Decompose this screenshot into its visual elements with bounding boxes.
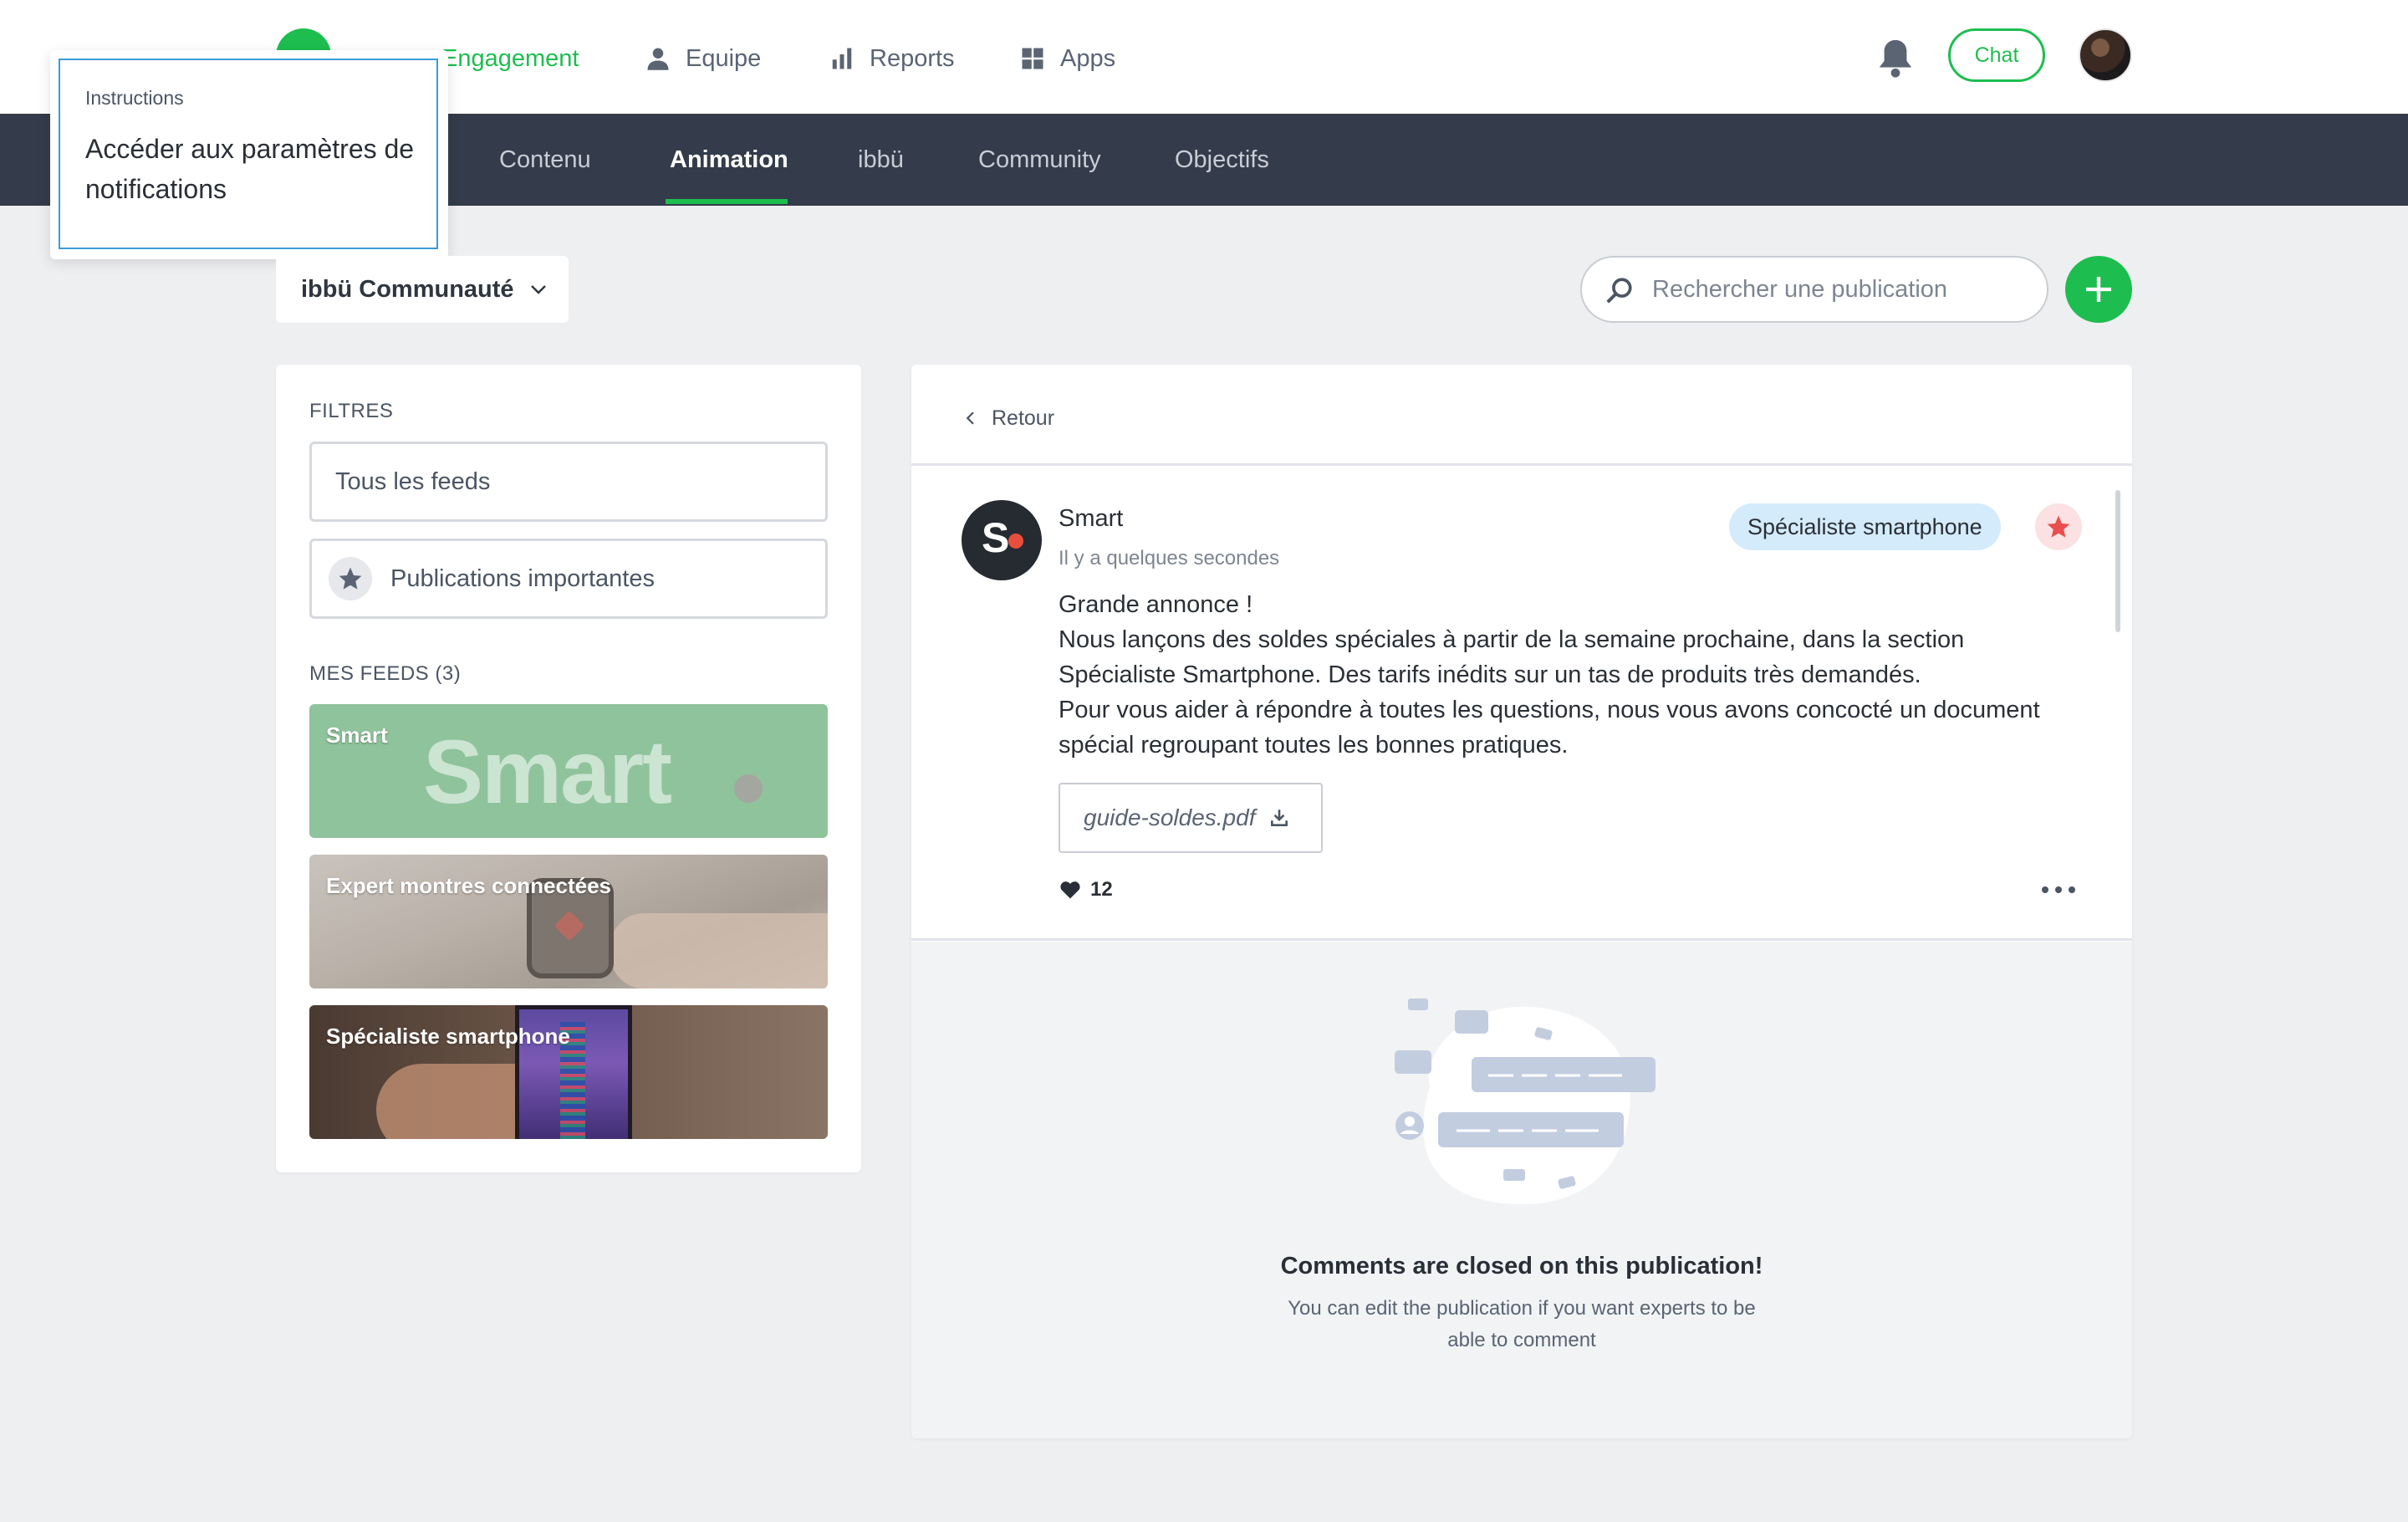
star-icon	[329, 557, 372, 600]
filters-title: FILTRES	[309, 400, 394, 422]
divider	[911, 463, 2132, 466]
post-line: Grande annonce !	[1059, 591, 1253, 618]
search-input[interactable]: Rechercher une publication	[1580, 256, 2048, 323]
community-select-value: ibbü Communauté	[301, 275, 514, 303]
chevron-down-icon	[531, 285, 546, 294]
feed-card-label: Expert montres connectées	[326, 873, 612, 898]
user-avatar[interactable]	[2079, 28, 2132, 82]
filters-panel: FILTRES Tous les feeds Publications impo…	[276, 365, 861, 1172]
nav-apps-label: Apps	[1060, 44, 1116, 72]
more-options-icon[interactable]	[2040, 883, 2077, 896]
bell-icon[interactable]	[1876, 37, 1915, 79]
filter-all-feeds-label: Tous les feeds	[335, 467, 491, 495]
person-icon	[647, 48, 669, 70]
author-avatar-letter: S	[982, 514, 1010, 561]
tab-ibbu[interactable]: ibbü	[858, 114, 904, 206]
tab-animation[interactable]: Animation	[670, 114, 788, 206]
instructions-text: Accéder aux paramètres de notifications	[85, 134, 415, 204]
chat-button[interactable]: Chat	[1948, 28, 2045, 82]
divider	[911, 938, 2132, 941]
post-timestamp: Il y a quelques secondes	[1059, 547, 1280, 569]
comments-closed-subtitle: You can edit the publication if you want…	[1288, 1297, 1756, 1351]
feed-tag[interactable]: Spécialiste smartphone	[1729, 503, 2001, 550]
author-avatar-dot	[1008, 534, 1023, 549]
search-placeholder: Rechercher une publication	[1652, 275, 1948, 303]
scrollbar[interactable]	[2115, 490, 2120, 632]
bar-chart-icon	[832, 48, 852, 69]
feed-card-smart[interactable]: Smart Smart	[309, 704, 828, 838]
heart-icon	[1060, 881, 1080, 899]
my-feeds-title: MES FEEDS (3)	[309, 662, 462, 685]
post-author[interactable]: Smart	[1059, 505, 1123, 533]
chevron-left-icon	[966, 411, 974, 425]
feed-card-specialiste-smartphone[interactable]: Spécialiste smartphone	[309, 1005, 828, 1139]
comments-closed-title: Comments are closed on this publication!	[1280, 1253, 1763, 1279]
community-select[interactable]: ibbü Communauté	[276, 256, 569, 323]
smart-logo-dot	[734, 774, 763, 803]
back-label: Retour	[992, 406, 1055, 430]
likes-count: 12	[1090, 878, 1113, 901]
likes-counter[interactable]: 12	[1059, 878, 1113, 901]
post-line: Pour vous aider à répondre à toutes les …	[1059, 697, 2040, 758]
active-tab-indicator	[666, 199, 788, 204]
comments-closed-illustration	[1395, 998, 1656, 1204]
post-body: Grande annonce ! Nous lançons des soldes…	[1059, 587, 2062, 763]
tab-contenu[interactable]: Contenu	[499, 114, 591, 206]
filter-all-feeds[interactable]: Tous les feeds	[309, 442, 828, 522]
nav-reports-label: Reports	[870, 44, 955, 72]
nav-engagement-label: Engagement	[441, 44, 579, 72]
nav-equipe-label: Equipe	[686, 44, 762, 72]
post-line: Nous lançons des soldes spéciales à part…	[1059, 626, 1965, 688]
comments-area: Comments are closed on this publication!…	[911, 942, 2132, 1438]
attachment-name: guide-soldes.pdf	[1084, 804, 1256, 830]
plus-icon	[2086, 277, 2111, 302]
filter-important-publications[interactable]: Publications importantes	[309, 539, 828, 619]
smart-logo-text: Smart	[423, 721, 672, 822]
feed-card-label: Smart	[326, 723, 388, 748]
filter-important-label: Publications importantes	[390, 564, 655, 592]
publication-card: Retour S Smart Il y a quelques secondes …	[911, 365, 2132, 1438]
nav-apps[interactable]: Apps	[1020, 40, 1115, 77]
attachment-download[interactable]: guide-soldes.pdf	[1059, 783, 1323, 853]
tab-objectifs[interactable]: Objectifs	[1175, 114, 1269, 206]
nav-equipe[interactable]: Equipe	[645, 40, 761, 77]
instructions-label: Instructions	[85, 87, 184, 109]
instructions-box: Instructions Accéder aux paramètres de n…	[59, 59, 438, 249]
tab-community[interactable]: Community	[978, 114, 1101, 206]
feed-image-hand	[610, 913, 828, 988]
feed-card-expert-montres[interactable]: Expert montres connectées	[309, 855, 828, 988]
favorite-star-icon[interactable]	[2035, 503, 2082, 550]
search-icon	[1606, 278, 1632, 304]
nav-reports[interactable]: Reports	[829, 40, 955, 77]
grid-icon	[1022, 48, 1043, 69]
back-link[interactable]: Retour	[963, 401, 1054, 435]
feed-card-label: Spécialiste smartphone	[326, 1024, 570, 1049]
author-avatar[interactable]: S	[962, 500, 1042, 580]
add-publication-button[interactable]	[2065, 256, 2132, 323]
download-icon	[1271, 810, 1288, 826]
